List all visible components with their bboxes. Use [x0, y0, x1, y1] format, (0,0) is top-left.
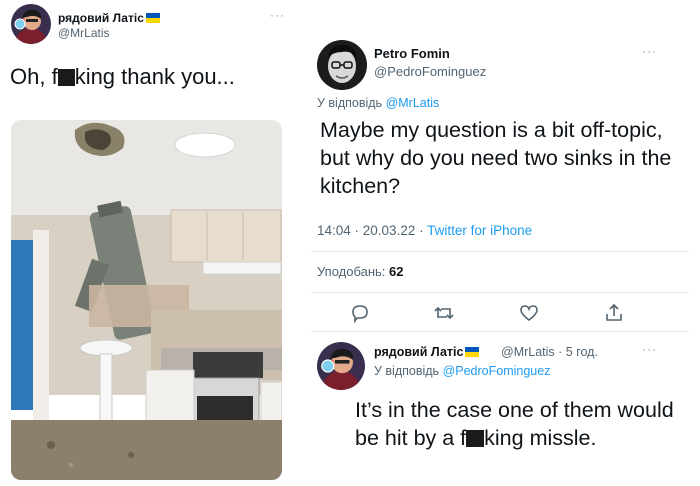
kitchen-photo[interactable] — [11, 120, 282, 480]
avatar[interactable] — [317, 40, 367, 90]
divider — [311, 292, 689, 293]
ukraine-flag-icon — [465, 347, 480, 357]
author-handle[interactable]: @MrLatis · 5 год. — [501, 345, 598, 359]
divider — [311, 251, 689, 252]
tweet-text: Oh, f king thank you... — [10, 64, 235, 89]
ukraine-flag-icon — [145, 13, 160, 23]
author-handle[interactable]: @PedroFominguez — [374, 64, 486, 79]
retweet-icon[interactable] — [433, 302, 455, 324]
censor-block — [466, 430, 485, 447]
tweet-time[interactable]: 14:04 · 20.03.22 · — [317, 223, 427, 238]
tweet-source[interactable]: Twitter for iPhone — [427, 223, 532, 238]
like-icon[interactable] — [518, 302, 540, 324]
reply-icon[interactable] — [349, 302, 371, 324]
share-icon[interactable] — [603, 302, 625, 324]
more-dots-icon[interactable]: ··· — [642, 342, 657, 356]
author-name[interactable]: рядовий Латіс — [58, 11, 160, 25]
tweet-text: It’s in the case one of them would be hi… — [355, 398, 674, 450]
reply-context: У відповідь @MrLatis — [317, 96, 440, 110]
tweet-meta: 14:04 · 20.03.22 · Twitter for iPhone — [317, 223, 532, 238]
reply-context: У відповідь @PedroFominguez — [374, 364, 551, 378]
avatar[interactable] — [317, 342, 365, 390]
avatar[interactable] — [11, 4, 51, 44]
likes-count[interactable]: Уподобань: 62 — [317, 264, 404, 279]
divider — [294, 0, 298, 486]
author-handle[interactable]: @MrLatis — [58, 26, 110, 40]
author-name[interactable]: рядовий Латіс — [374, 345, 480, 359]
author-name[interactable]: Petro Fomin — [374, 46, 450, 61]
more-dots-icon[interactable]: ··· — [270, 8, 285, 22]
tweet-time[interactable]: · 5 год. — [558, 345, 598, 359]
left-tweet: рядовий Латіс @MrLatis ··· Oh, f king tha… — [0, 0, 292, 486]
mention-link[interactable]: @MrLatis — [386, 96, 440, 110]
more-dots-icon[interactable]: ··· — [642, 44, 657, 58]
censor-block — [57, 69, 75, 86]
mention-link[interactable]: @PedroFominguez — [443, 364, 551, 378]
tweet-text: Maybe my question is a bit off-topic, bu… — [320, 118, 672, 198]
divider — [311, 331, 689, 332]
